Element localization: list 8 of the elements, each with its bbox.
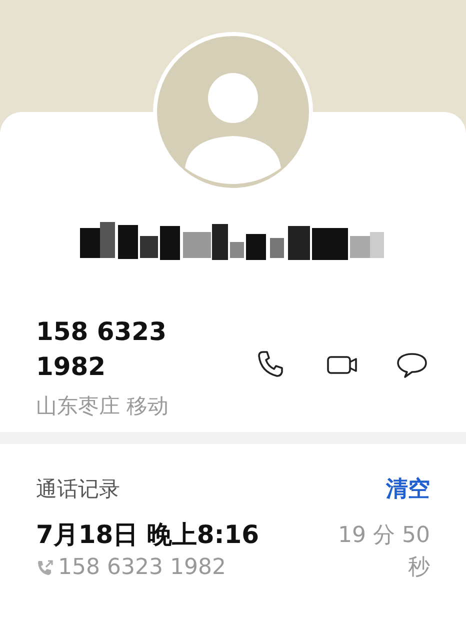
phone-number: 158 6323 1982: [36, 316, 168, 383]
location-label: 山东枣庄 移动: [36, 393, 170, 420]
section-title: 通话记录: [36, 476, 120, 503]
clear-button[interactable]: 清空: [386, 474, 430, 504]
call-duration: 19 分 50 秒: [337, 522, 430, 582]
outgoing-call-icon: [36, 558, 54, 576]
call-number: 158 6323 1982: [58, 555, 226, 580]
call-time: 7月18日 晚上8:16: [36, 519, 260, 551]
